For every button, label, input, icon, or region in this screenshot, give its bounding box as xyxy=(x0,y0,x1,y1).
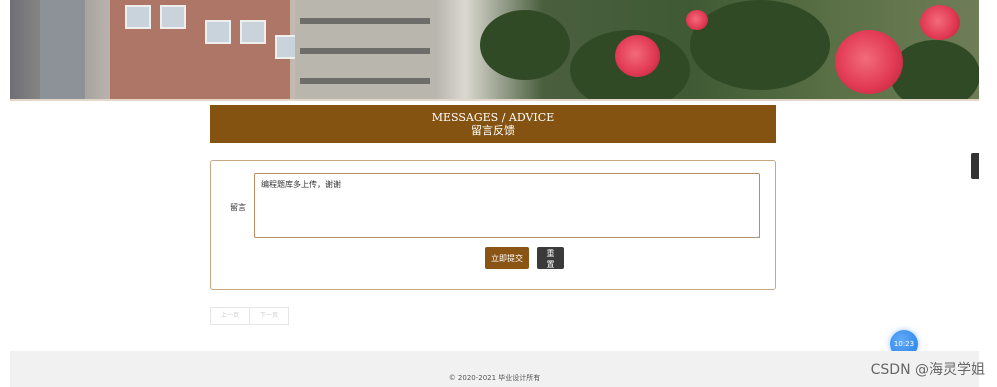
section-title-bar: MESSAGES / ADVICE 留言反馈 xyxy=(210,105,776,143)
banner-flower xyxy=(835,30,903,94)
banner-flower xyxy=(920,5,960,40)
message-textarea[interactable] xyxy=(254,173,760,238)
resize-grip-icon[interactable] xyxy=(754,232,760,238)
submit-button[interactable]: 立即提交 xyxy=(485,247,529,269)
banner-flower xyxy=(686,10,708,30)
banner-divider xyxy=(10,99,979,101)
prev-page-button[interactable]: 上一页 xyxy=(210,307,250,325)
reset-button[interactable]: 重置 xyxy=(537,247,564,269)
header-banner-image xyxy=(10,0,979,100)
pagination: 上一页 下一页 xyxy=(210,307,289,325)
next-page-button[interactable]: 下一页 xyxy=(249,307,289,325)
footer: © 2020-2021 毕业设计所有 xyxy=(10,351,979,387)
banner-building-left xyxy=(40,0,85,100)
csdn-watermark: CSDN @海灵学姐 xyxy=(870,362,985,378)
footer-copyright: © 2020-2021 毕业设计所有 xyxy=(448,374,541,382)
message-label: 留言 xyxy=(230,203,246,212)
section-title-zh: 留言反馈 xyxy=(471,124,515,137)
banner-flower xyxy=(615,35,660,77)
section-title-en: MESSAGES / ADVICE xyxy=(431,111,555,124)
message-form-panel: 留言 立即提交 重置 xyxy=(210,160,776,290)
side-toggle-tab[interactable] xyxy=(971,153,979,179)
